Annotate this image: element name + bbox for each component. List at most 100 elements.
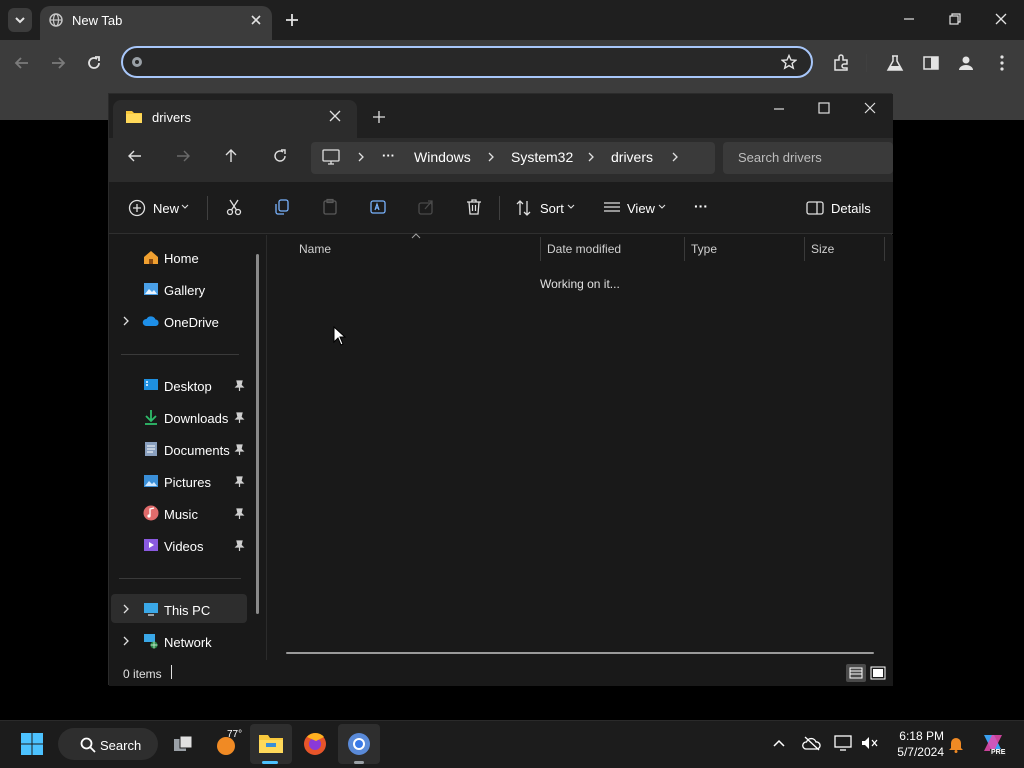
horizontal-scrollbar[interactable]	[286, 652, 874, 654]
explorer-tab-drivers[interactable]	[113, 100, 357, 138]
explorer-close-button[interactable]	[863, 101, 877, 115]
chevron-down-icon[interactable]	[658, 204, 666, 210]
rename-icon[interactable]	[369, 198, 387, 216]
breadcrumb-ellipsis[interactable]: ···	[382, 148, 395, 163]
chevron-right-icon[interactable]	[586, 151, 596, 163]
file-list	[267, 235, 893, 660]
sidebar-item-this-pc[interactable]: This PC	[164, 603, 210, 618]
column-header-type[interactable]: Type	[691, 242, 717, 256]
pin-icon[interactable]	[233, 508, 245, 520]
sort-button[interactable]: Sort	[540, 201, 564, 216]
sidebar-item-downloads[interactable]: Downloads	[164, 411, 228, 426]
reload-button[interactable]	[86, 55, 102, 71]
sidebar-item-network[interactable]: Network	[164, 635, 212, 650]
sidebar-item-videos[interactable]: Videos	[164, 539, 204, 554]
details-button[interactable]: Details	[831, 201, 871, 216]
new-tab-button[interactable]	[284, 12, 300, 28]
side-panel-icon[interactable]	[922, 54, 940, 72]
explorer-forward-button[interactable]	[175, 148, 191, 164]
explorer-up-button[interactable]	[223, 148, 239, 164]
cut-icon[interactable]	[225, 198, 243, 216]
sidebar-item-pictures[interactable]: Pictures	[164, 475, 211, 490]
sidebar-item-desktop[interactable]: Desktop	[164, 379, 212, 394]
restore-button[interactable]	[948, 12, 962, 26]
column-divider[interactable]	[884, 237, 885, 261]
sidebar-item-onedrive[interactable]: OneDrive	[164, 315, 219, 330]
extensions-icon[interactable]	[832, 54, 850, 72]
breadcrumb-drivers[interactable]: drivers	[611, 149, 653, 165]
start-windows-icon[interactable]	[20, 732, 44, 756]
chevron-right-icon[interactable]	[486, 151, 496, 163]
column-divider[interactable]	[540, 237, 541, 261]
paste-icon[interactable]	[321, 198, 339, 216]
sort-icon[interactable]	[515, 199, 533, 217]
view-lines-icon[interactable]	[603, 199, 621, 217]
pin-icon[interactable]	[233, 412, 245, 424]
close-button[interactable]	[994, 12, 1008, 26]
labs-flask-icon[interactable]	[886, 54, 904, 72]
sidebar-item-music[interactable]: Music	[164, 507, 198, 522]
clock-time[interactable]: 6:18 PM	[896, 729, 944, 743]
details-view-toggle[interactable]	[846, 664, 866, 682]
pin-icon[interactable]	[233, 540, 245, 552]
tab-search-button[interactable]	[8, 8, 32, 32]
minimize-button[interactable]	[902, 12, 916, 26]
pin-icon[interactable]	[233, 380, 245, 392]
site-info-icon[interactable]	[131, 56, 143, 68]
delete-trash-icon[interactable]	[465, 198, 483, 216]
new-plus-icon[interactable]	[128, 199, 146, 217]
sidebar-item-gallery[interactable]: Gallery	[164, 283, 205, 298]
file-explorer-window: drivers ··· Windows System32 drivers Sea…	[108, 93, 893, 686]
more-options-button[interactable]: ···	[694, 198, 708, 214]
sidebar-item-documents[interactable]: Documents	[164, 443, 230, 458]
menu-kebab-icon[interactable]	[994, 54, 1010, 72]
explorer-refresh-button[interactable]	[272, 148, 288, 164]
column-divider[interactable]	[804, 237, 805, 261]
onedrive-offline-icon[interactable]	[802, 735, 822, 751]
back-button[interactable]	[14, 55, 30, 71]
omnibox[interactable]	[121, 46, 813, 78]
view-button[interactable]: View	[627, 201, 655, 216]
column-divider[interactable]	[684, 237, 685, 261]
sidebar-item-home[interactable]: Home	[164, 251, 199, 266]
breadcrumb-windows[interactable]: Windows	[414, 149, 471, 165]
expand-chevron-icon[interactable]	[121, 316, 131, 326]
sidebar-scrollbar[interactable]	[256, 254, 259, 614]
share-icon[interactable]	[417, 198, 435, 216]
bookmark-star-icon[interactable]	[781, 54, 797, 70]
profile-icon[interactable]	[957, 54, 975, 72]
network-status-icon[interactable]	[834, 735, 852, 751]
chevron-right-icon[interactable]	[356, 151, 366, 163]
status-bar	[109, 660, 893, 686]
pin-icon[interactable]	[233, 476, 245, 488]
column-header-name[interactable]: Name	[299, 242, 331, 256]
column-header-date-modified[interactable]: Date modified	[547, 242, 621, 256]
copy-icon[interactable]	[273, 198, 291, 216]
volume-muted-icon[interactable]	[860, 735, 878, 751]
explorer-new-tab-button[interactable]	[372, 110, 386, 124]
expand-chevron-icon[interactable]	[121, 636, 131, 646]
pin-icon[interactable]	[233, 444, 245, 456]
forward-button[interactable]	[50, 55, 66, 71]
chevron-down-icon[interactable]	[181, 204, 189, 210]
active-app-indicator	[262, 761, 278, 764]
show-hidden-icons-chevron-up-icon[interactable]	[772, 738, 786, 748]
firefox-icon[interactable]	[302, 731, 328, 757]
task-view-icon[interactable]	[172, 733, 194, 755]
explorer-minimize-button[interactable]	[772, 102, 786, 116]
chevron-right-icon[interactable]	[670, 151, 680, 163]
explorer-back-button[interactable]	[127, 148, 143, 164]
new-button[interactable]: New	[153, 201, 179, 216]
column-header-size[interactable]: Size	[811, 242, 834, 256]
details-pane-icon[interactable]	[806, 199, 824, 217]
chevron-down-icon[interactable]	[567, 204, 575, 210]
clock-date[interactable]: 5/7/2024	[890, 745, 944, 759]
notification-bell-icon[interactable]	[948, 735, 964, 753]
expand-chevron-icon[interactable]	[121, 604, 131, 614]
tab-close-icon[interactable]	[249, 13, 263, 27]
explorer-maximize-button[interactable]	[817, 101, 831, 115]
explorer-tab-close-icon[interactable]	[329, 110, 341, 122]
tiles-view-toggle[interactable]	[869, 664, 887, 682]
this-pc-monitor-icon[interactable]	[322, 149, 340, 165]
breadcrumb-system32[interactable]: System32	[511, 149, 573, 165]
